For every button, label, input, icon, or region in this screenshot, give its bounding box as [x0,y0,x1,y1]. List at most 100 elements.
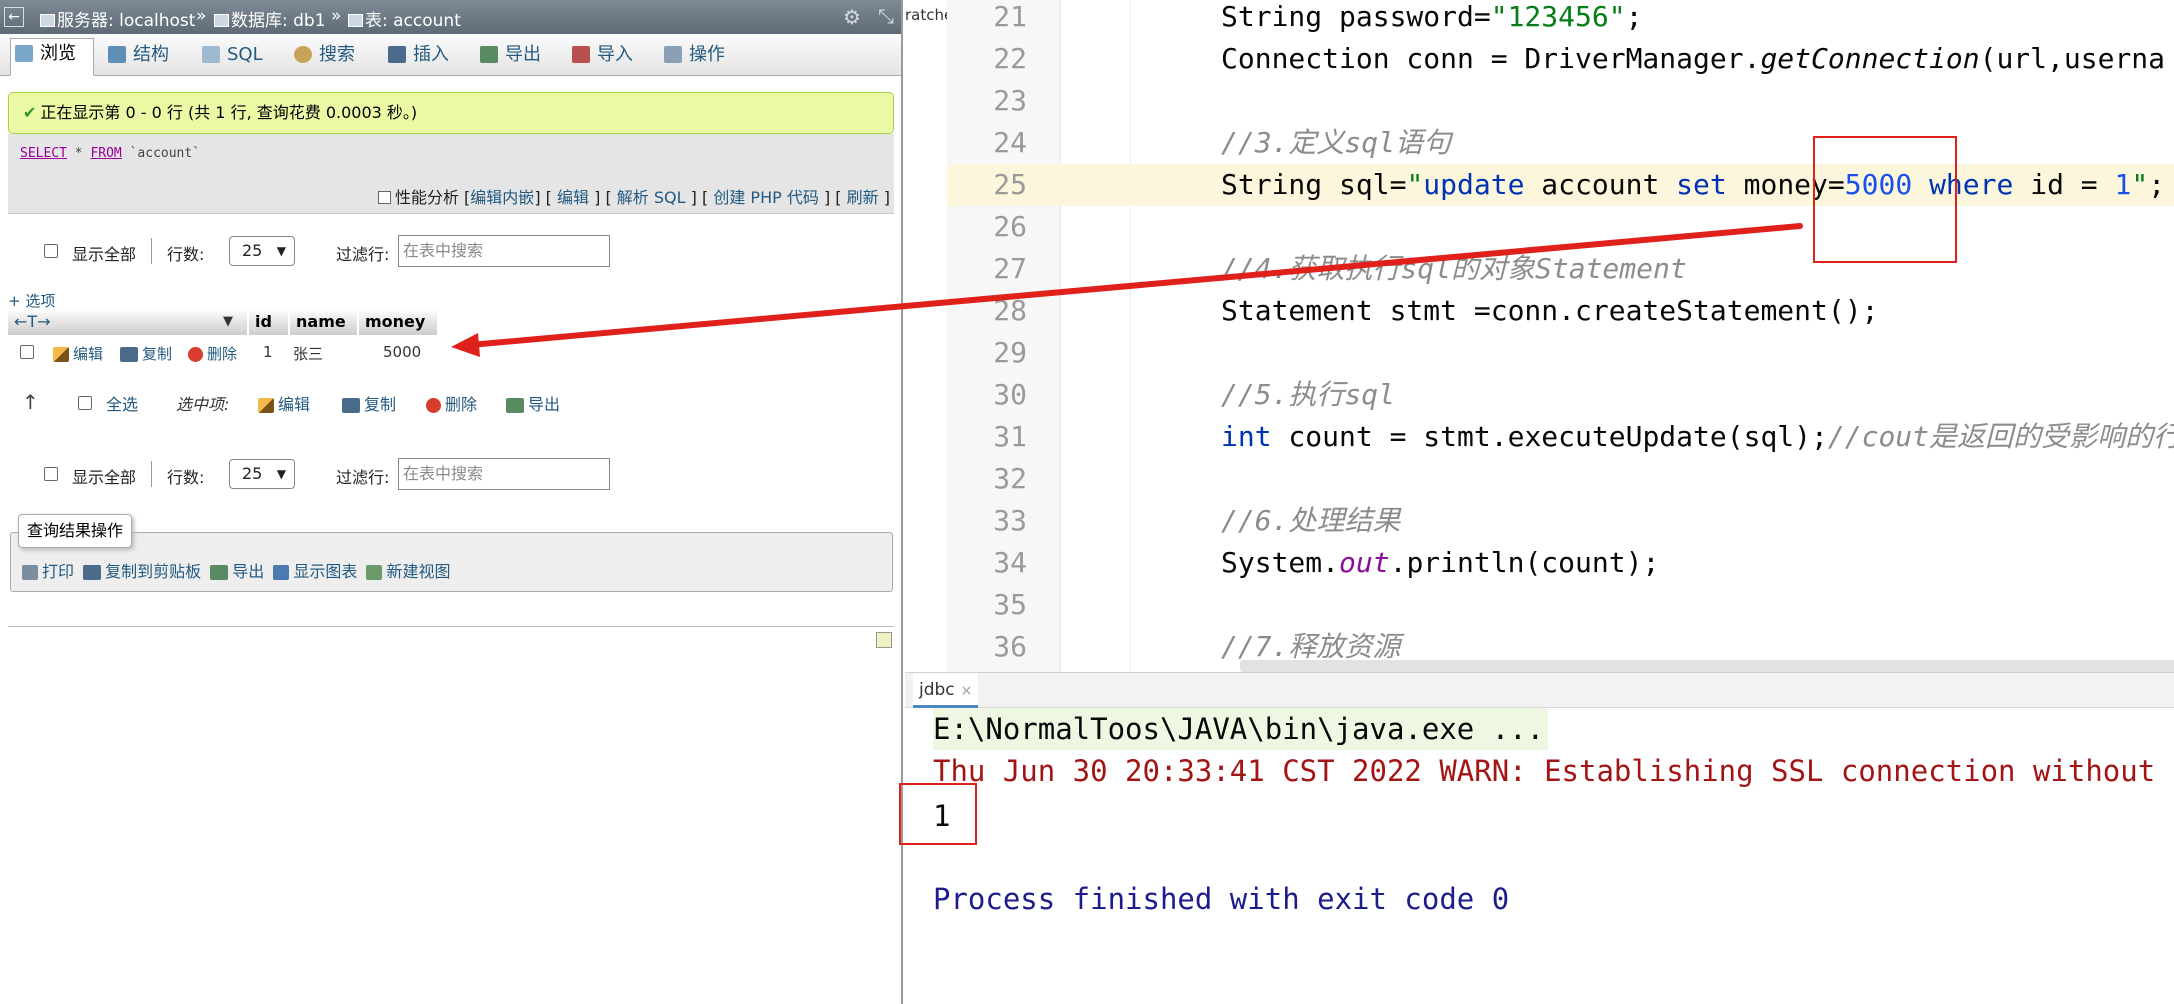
create-php-link[interactable]: 创建 PHP 代码 [713,188,819,207]
line-number: 23 [993,84,1027,117]
scratch-tab[interactable]: ratche [905,0,947,34]
chart-icon [273,565,290,580]
row-delete-button[interactable]: 删除 [188,343,237,364]
column-header-money[interactable]: money [359,309,438,335]
show-all-label: 显示全部 [72,245,137,264]
tab-insert[interactable]: 插入 [384,40,449,76]
print-button[interactable]: 打印 [22,562,74,581]
annotation-box-sql-value [1813,136,1957,263]
code-line-current: String sql="update account set money=500… [1060,164,2174,206]
filter-input[interactable]: 在表中搜索 [398,235,610,267]
filter-input[interactable]: 在表中搜索 [398,458,610,490]
rows-label: 行数: [167,245,205,264]
bulk-export-button[interactable]: 导出 [506,391,560,415]
filter-label: 过滤行: [336,468,390,487]
export-icon [480,46,498,63]
code-line: String password="123456"; [1221,0,1643,33]
bulk-delete-button[interactable]: 删除 [426,391,477,415]
row-copy-button[interactable]: 复制 [120,343,172,364]
divider [8,626,894,627]
navigation-row-bottom: 显示全部 行数: 25 ▼ 过滤行: 在表中搜索 [40,457,620,491]
select-arrow-icon: ↑ [22,390,39,414]
query-operations-links: 打印 复制到剪贴板 导出 显示图表 新建视图 [22,558,454,582]
console-toggle-icon[interactable] [876,632,892,648]
inline-edit-link[interactable]: 编辑内嵌 [470,188,534,207]
code-editor[interactable]: String password="123456"; Connection con… [1060,0,2174,672]
browse-icon [15,45,33,62]
rows-select[interactable]: 25 ▼ [229,236,295,266]
server-icon [40,14,55,27]
copy-icon [120,347,138,362]
console-process-finished: Process finished with exit code 0 [933,882,1510,916]
collapse-nav-button[interactable]: ← [4,7,24,27]
bulk-edit-button[interactable]: 编辑 [258,391,310,415]
line-number: 29 [993,336,1027,369]
tab-import[interactable]: 导入 [568,40,633,76]
line-number-gutter: 21 22 23 24 25 26 27 28 29 30 31 32 33 3… [947,0,1060,672]
table-icon [348,14,363,27]
phpmyadmin-panel: ← 服务器: localhost » 数据库: db1 » 表: account… [0,0,903,1004]
check-all-label[interactable]: 全选 [106,391,138,415]
horizontal-scrollbar[interactable] [1240,660,2174,672]
refresh-link[interactable]: 刷新 [847,188,879,207]
sql-links: 性能分析 [编辑内嵌] [ 编辑 ] [ 解析 SQL ] [ 创建 PHP 代… [377,184,890,208]
run-tool-window-header: jdbc × [905,672,2174,708]
display-chart-button[interactable]: 显示图表 [273,562,357,581]
annotation-box-result [899,783,977,845]
sql-icon [202,46,220,63]
console-command-line: E:\NormalToos\JAVA\bin\java.exe ... [933,708,1549,750]
line-number: 35 [993,588,1027,621]
create-view-button[interactable]: 新建视图 [366,562,450,581]
column-controls[interactable]: ←T→ ▼ [8,309,248,335]
column-header-name[interactable]: name [290,309,358,335]
column-header-id[interactable]: id [249,309,289,335]
bulk-copy-button[interactable]: 复制 [342,391,396,415]
export-button[interactable]: 导出 [210,562,264,581]
tab-operations[interactable]: 操作 [660,40,725,76]
run-console-output[interactable]: E:\NormalToos\JAVA\bin\java.exe ... Thu … [905,708,2174,1004]
copy-clipboard-button[interactable]: 复制到剪贴板 [83,562,201,581]
tab-sql[interactable]: SQL [198,40,263,76]
pencil-icon [53,347,69,362]
with-selected-label: 选中项: [176,395,230,414]
breadcrumb-server[interactable]: 服务器: localhost [40,6,195,31]
copy-icon [83,565,102,580]
sort-arrow-icon[interactable]: ▼ [223,309,233,335]
rows-select[interactable]: 25 ▼ [229,459,295,489]
navigation-row-top: 显示全部 行数: 25 ▼ 过滤行: 在表中搜索 [40,234,620,268]
profiling-checkbox[interactable] [377,191,391,204]
divider [151,461,152,487]
import-icon [572,46,590,63]
divider [151,238,152,264]
view-icon [366,565,383,580]
edit-sql-link[interactable]: 编辑 [557,188,589,207]
check-all-checkbox[interactable] [78,396,92,410]
tab-browse[interactable]: 浏览 [10,38,94,76]
breadcrumb-separator: » [331,6,342,26]
row-checkbox[interactable] [20,345,34,359]
show-all-label: 显示全部 [72,468,137,487]
code-line: System.out.println(count); [1221,546,1660,579]
query-results-operations-legend: 查询结果操作 [18,514,133,548]
gear-icon[interactable]: ⚙ [843,5,861,29]
explain-sql-link[interactable]: 解析 SQL [617,188,686,207]
sql-query-text[interactable]: SELECT * FROM `account` [20,146,200,161]
tab-bar: 浏览 结构 SQL 搜索 插入 导出 导入 操作 [0,34,901,76]
show-all-checkbox[interactable] [44,467,58,481]
close-icon[interactable]: × [961,683,973,699]
tab-search[interactable]: 搜索 [290,40,355,76]
line-number: 24 [993,126,1027,159]
console-warning-line: Thu Jun 30 20:33:41 CST 2022 WARN: Estab… [933,754,2174,788]
breadcrumb-table[interactable]: 表: account [348,6,461,31]
options-toggle[interactable]: + 选项 [8,290,55,311]
code-line: //4.获取执行sql的对象Statement [1221,252,1687,285]
breadcrumb-database[interactable]: 数据库: db1 [214,6,326,31]
sql-query-box: SELECT * FROM `account` 性能分析 [编辑内嵌] [ 编辑… [8,134,894,214]
tab-structure[interactable]: 结构 [104,40,169,76]
tab-export[interactable]: 导出 [476,40,541,76]
row-edit-button[interactable]: 编辑 [53,343,103,364]
collapse-icon[interactable]: ⤡ [878,4,894,28]
cell-money: 5000 [383,343,422,361]
show-all-checkbox[interactable] [44,244,58,258]
run-tab-jdbc[interactable]: jdbc × [913,673,979,708]
